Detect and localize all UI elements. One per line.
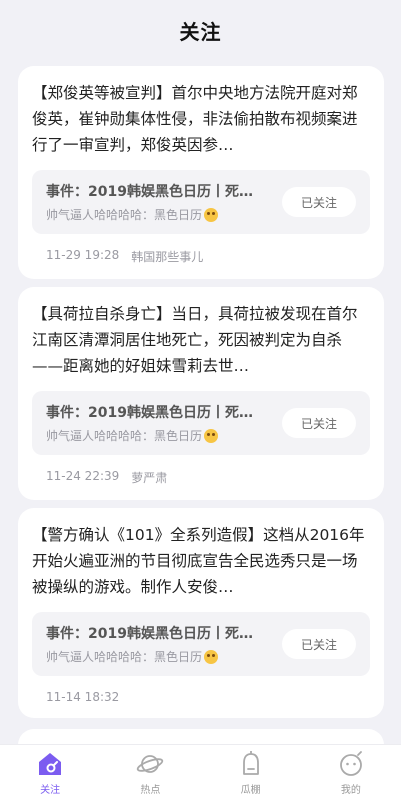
card-meta: 11-29 19:28 韩国那些事儿 [32,248,370,265]
feed-card[interactable]: 【郑俊英等被宣判】首尔中央地方法院开庭对郑俊英，崔钟勋集体性侵，非法偷拍散布视频… [18,66,384,279]
post-time: 11-29 19:28 [46,248,120,262]
event-box[interactable]: 事件：2019韩娱黑色日历丨死… 帅气逼人哈哈哈哈：黑色日历 已关注 [32,170,370,234]
emoji-icon [204,207,219,222]
card-text: 【郑俊英等被宣判】首尔中央地方法院开庭对郑俊英，崔钟勋集体性侵，非法偷拍散布视频… [32,84,358,154]
post-source[interactable]: 韩国那些事儿 [131,248,203,265]
page-title: 关注 [179,19,222,44]
card-meta: 11-14 18:32 [32,690,370,704]
emoji-icon [204,428,219,443]
emoji-icon [204,649,219,664]
event-subtitle-text: 帅气逼人哈哈哈哈：黑色日历 [46,429,203,443]
event-subtitle-text: 帅气逼人哈哈哈哈：黑色日历 [46,650,203,664]
tab-melon[interactable]: 瓜棚 [211,749,291,796]
tab-label: 瓜棚 [240,785,261,796]
card-text: 【警方确认《101》全系列造假】这档从2016年开始火遍亚洲的节目彻底宣告全民选… [32,526,365,596]
bell-tent-icon [242,751,259,775]
card-meta: 11-24 22:39 萝严肃 [32,469,370,486]
header: 关注 [0,0,401,60]
post-source[interactable]: 萝严肃 [131,469,167,486]
post-time: 11-24 22:39 [46,469,120,483]
event-box[interactable]: 事件：2019韩娱黑色日历丨死… 帅气逼人哈哈哈哈：黑色日历 已关注 [32,612,370,676]
event-title: 事件：2019韩娱黑色日历丨死… [46,184,253,200]
event-box[interactable]: 事件：2019韩娱黑色日历丨死… 帅气逼人哈哈哈哈：黑色日历 已关注 [32,391,370,455]
tab-label: 我的 [340,785,361,796]
event-subtitle-text: 帅气逼人哈哈哈哈：黑色日历 [46,208,203,222]
card-text: 【具荷拉自杀身亡】当日，具荷拉被发现在首尔江南区清潭洞居住地死亡，死因被判定为自… [32,305,358,375]
event-title: 事件：2019韩娱黑色日历丨死… [46,626,253,642]
post-time: 11-14 18:32 [46,690,120,704]
bottom-tab-bar: 关注 热点 瓜棚 我的 [0,744,401,800]
follow-button[interactable]: 已关注 [282,187,356,217]
event-title: 事件：2019韩娱黑色日历丨死… [46,405,253,421]
tab-label: 热点 [140,785,161,796]
follow-button[interactable]: 已关注 [282,629,356,659]
app-root: 关注 【郑俊英等被宣判】首尔中央地方法院开庭对郑俊英，崔钟勋集体性侵，非法偷拍散… [0,0,401,800]
tab-mine[interactable]: 我的 [311,749,391,796]
follow-button[interactable]: 已关注 [282,408,356,438]
tab-label: 关注 [40,785,61,796]
planet-icon [137,755,164,773]
feed-card[interactable]: 【具荷拉自杀身亡】当日，具荷拉被发现在首尔江南区清潭洞居住地死亡，死因被判定为自… [18,287,384,500]
tab-follow[interactable]: 关注 [10,749,90,796]
home-follow-icon [39,753,62,775]
feed-card[interactable]: 【警方确认《101》全系列造假】这档从2016年开始火遍亚洲的节目彻底宣告全民选… [18,508,384,718]
face-profile-icon [339,751,362,776]
tab-hot[interactable]: 热点 [110,749,190,796]
